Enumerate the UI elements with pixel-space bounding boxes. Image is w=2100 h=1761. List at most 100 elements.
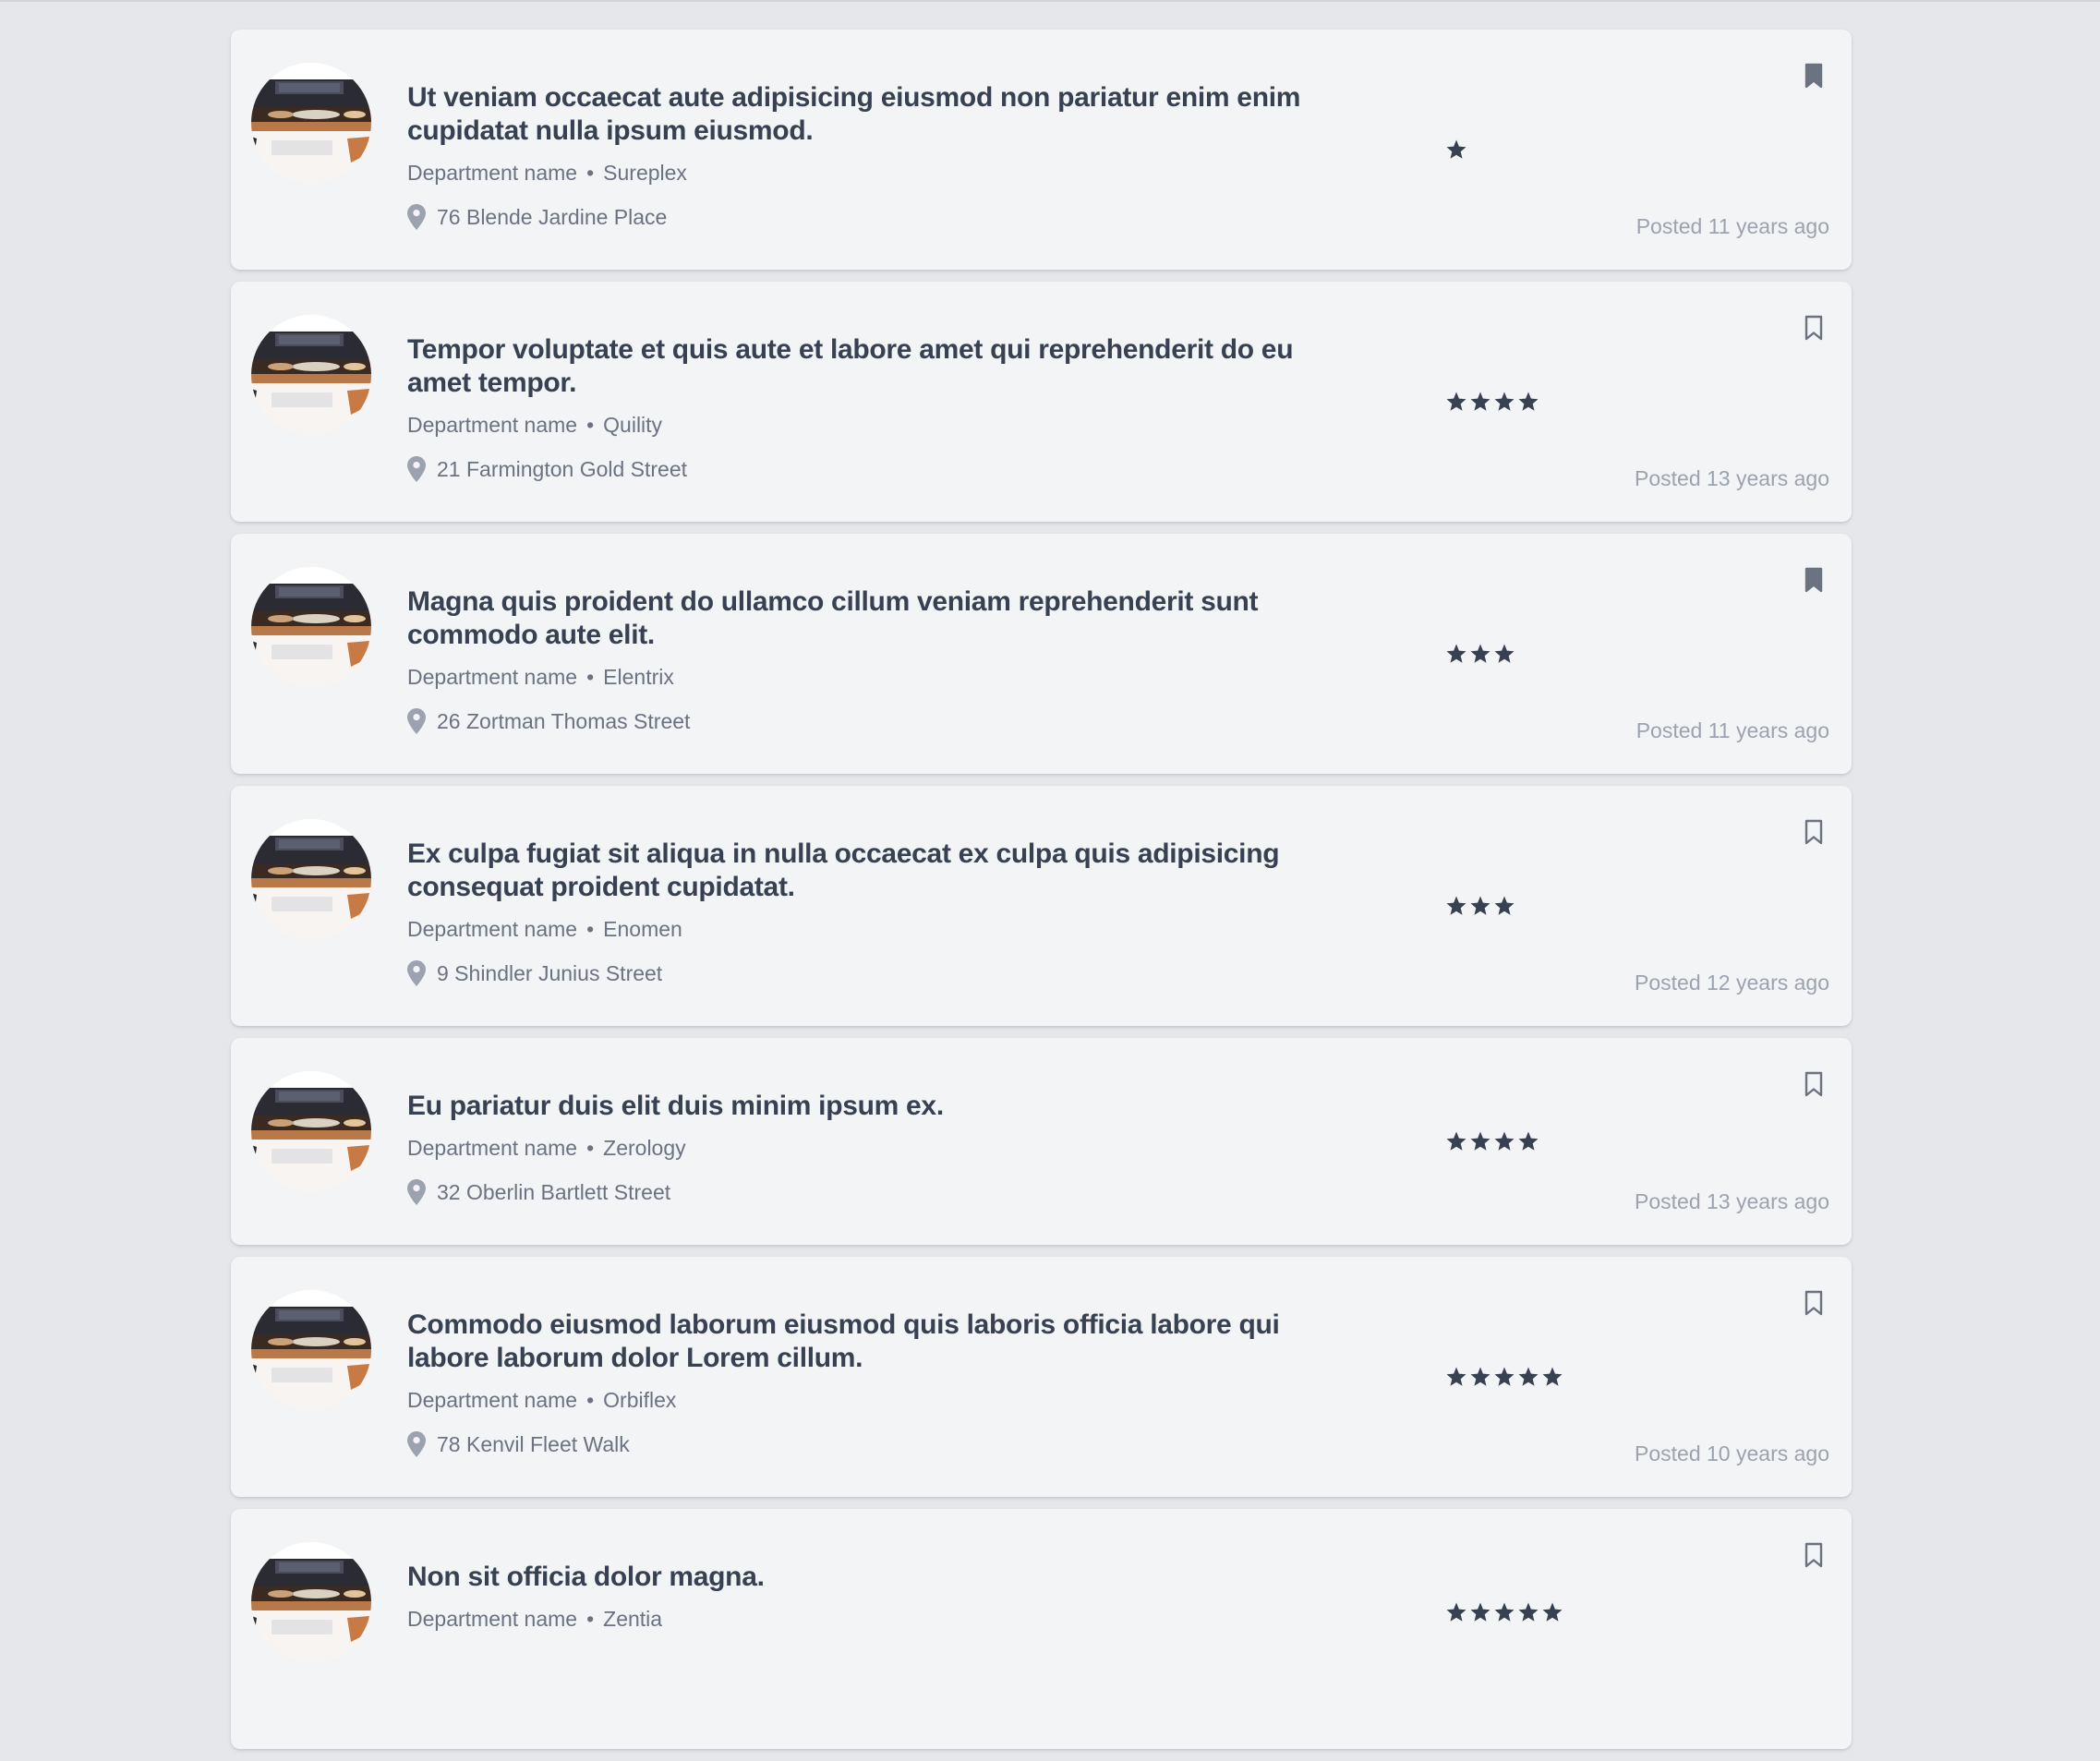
- job-title[interactable]: Ex culpa fugiat sit aliqua in nulla occa…: [407, 838, 1331, 904]
- rating-stars: [1445, 1366, 1563, 1388]
- job-location: 26 Zortman Thomas Street: [407, 707, 1331, 735]
- posted-time: Posted 11 years ago: [1635, 214, 1829, 238]
- company-name: Elentrix: [603, 665, 674, 689]
- department-name: Department name: [407, 1388, 578, 1412]
- map-pin-icon: [407, 456, 426, 482]
- job-location: 9 Shindler Junius Street: [407, 959, 1331, 987]
- star-icon: [1494, 392, 1515, 411]
- company-avatar: [251, 1071, 371, 1191]
- bookmark-icon[interactable]: [1804, 567, 1824, 593]
- star-icon: [1470, 1367, 1491, 1386]
- company-avatar: [251, 63, 371, 183]
- job-address: 26 Zortman Thomas Street: [437, 709, 691, 733]
- company-avatar: [251, 567, 371, 687]
- job-location: 21 Farmington Gold Street: [407, 455, 1331, 483]
- separator-dot: •: [586, 1607, 595, 1631]
- job-address: 9 Shindler Junius Street: [437, 961, 663, 985]
- company-avatar: [251, 1290, 371, 1410]
- job-title[interactable]: Ut veniam occaecat aute adipisicing eius…: [407, 81, 1331, 148]
- job-meta: Department name • Zentia: [407, 1605, 1331, 1633]
- star-icon: [1446, 896, 1466, 915]
- job-card[interactable]: Tempor voluptate et quis aute et labore …: [231, 282, 1852, 522]
- job-title[interactable]: Non sit officia dolor magna.: [407, 1561, 1331, 1594]
- star-icon: [1518, 392, 1539, 411]
- department-name: Department name: [407, 413, 578, 437]
- posted-time: Posted 11 years ago: [1635, 718, 1829, 742]
- job-address: 32 Oberlin Bartlett Street: [437, 1180, 671, 1204]
- star-icon: [1494, 896, 1515, 915]
- job-list: Ut veniam occaecat aute adipisicing eius…: [231, 30, 1852, 1761]
- company-name: Quility: [603, 413, 663, 437]
- star-icon: [1494, 1367, 1515, 1386]
- job-address: 21 Farmington Gold Street: [437, 457, 688, 481]
- job-card[interactable]: Eu pariatur duis elit duis minim ipsum e…: [231, 1038, 1852, 1245]
- star-icon: [1494, 1131, 1515, 1151]
- bookmark-icon[interactable]: [1804, 819, 1824, 845]
- posted-time: Posted 10 years ago: [1635, 1441, 1829, 1465]
- separator-dot: •: [586, 161, 595, 185]
- posted-time: Posted 13 years ago: [1635, 1189, 1829, 1213]
- bookmark-icon[interactable]: [1804, 1071, 1824, 1097]
- job-meta: Department name • Sureplex: [407, 159, 1331, 187]
- job-meta: Department name • Elentrix: [407, 663, 1331, 691]
- map-pin-icon: [407, 960, 426, 986]
- bookmark-icon[interactable]: [1804, 63, 1824, 89]
- star-icon: [1446, 1367, 1466, 1386]
- job-card[interactable]: Commodo eiusmod laborum eiusmod quis lab…: [231, 1257, 1852, 1497]
- star-icon: [1446, 392, 1466, 411]
- separator-dot: •: [586, 1136, 595, 1160]
- star-icon: [1446, 1602, 1466, 1622]
- company-name: Zerology: [603, 1136, 686, 1160]
- star-icon: [1470, 1131, 1491, 1151]
- separator-dot: •: [586, 917, 595, 941]
- map-pin-icon: [407, 204, 426, 230]
- job-title[interactable]: Tempor voluptate et quis aute et labore …: [407, 333, 1331, 400]
- map-pin-icon: [407, 708, 426, 734]
- job-card[interactable]: Ex culpa fugiat sit aliqua in nulla occa…: [231, 786, 1852, 1026]
- company-avatar: [251, 819, 371, 939]
- bookmark-icon[interactable]: [1804, 1290, 1824, 1316]
- job-title[interactable]: Eu pariatur duis elit duis minim ipsum e…: [407, 1090, 1331, 1123]
- star-icon: [1470, 896, 1491, 915]
- star-icon: [1470, 392, 1491, 411]
- star-icon: [1446, 1131, 1466, 1151]
- job-card[interactable]: Ut veniam occaecat aute adipisicing eius…: [231, 30, 1852, 270]
- rating-stars: [1445, 391, 1539, 413]
- job-meta: Department name • Orbiflex: [407, 1386, 1331, 1414]
- star-icon: [1518, 1131, 1539, 1151]
- map-pin-icon: [407, 1431, 426, 1457]
- star-icon: [1542, 1367, 1563, 1386]
- separator-dot: •: [586, 1388, 595, 1412]
- job-location: 32 Oberlin Bartlett Street: [407, 1178, 1331, 1206]
- company-name: Orbiflex: [603, 1388, 677, 1412]
- job-meta: Department name • Enomen: [407, 915, 1331, 943]
- job-card[interactable]: Non sit officia dolor magna. Department …: [231, 1509, 1852, 1749]
- job-title[interactable]: Commodo eiusmod laborum eiusmod quis lab…: [407, 1309, 1331, 1375]
- star-icon: [1446, 139, 1466, 159]
- bookmark-icon[interactable]: [1804, 1542, 1824, 1568]
- star-icon: [1446, 644, 1466, 663]
- star-icon: [1470, 644, 1491, 663]
- job-title[interactable]: Magna quis proident do ullamco cillum ve…: [407, 585, 1331, 652]
- department-name: Department name: [407, 1607, 578, 1631]
- company-avatar: [251, 315, 371, 435]
- star-icon: [1494, 644, 1515, 663]
- job-meta: Department name • Quility: [407, 411, 1331, 439]
- bookmark-icon[interactable]: [1804, 315, 1824, 341]
- posted-time: Posted 12 years ago: [1635, 971, 1829, 995]
- star-icon: [1470, 1602, 1491, 1622]
- job-meta: Department name • Zerology: [407, 1134, 1331, 1162]
- department-name: Department name: [407, 1136, 578, 1160]
- job-card[interactable]: Magna quis proident do ullamco cillum ve…: [231, 534, 1852, 774]
- rating-stars: [1445, 643, 1515, 665]
- star-icon: [1542, 1602, 1563, 1622]
- job-address: 76 Blende Jardine Place: [437, 205, 668, 229]
- job-location: 78 Kenvil Fleet Walk: [407, 1430, 1331, 1458]
- top-divider: [0, 0, 2100, 2]
- department-name: Department name: [407, 917, 578, 941]
- star-icon: [1494, 1602, 1515, 1622]
- job-address: 78 Kenvil Fleet Walk: [437, 1432, 630, 1456]
- company-avatar: [251, 1542, 371, 1662]
- map-pin-icon: [407, 1179, 426, 1205]
- rating-stars: [1445, 139, 1467, 161]
